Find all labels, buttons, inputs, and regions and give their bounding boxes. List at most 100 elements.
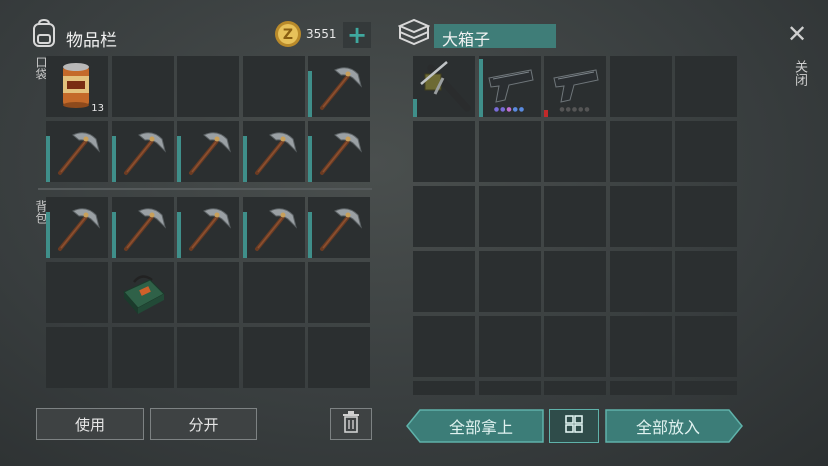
pickaxe-item bbox=[243, 121, 305, 182]
use-button[interactable]: 使用 bbox=[36, 408, 144, 440]
empty-slot[interactable] bbox=[675, 186, 737, 247]
inventory-slot-pickaxe[interactable] bbox=[242, 121, 305, 182]
empty-slot[interactable] bbox=[609, 251, 672, 312]
empty-slot[interactable] bbox=[478, 186, 541, 247]
empty-slot[interactable] bbox=[177, 327, 239, 388]
empty-slot[interactable] bbox=[308, 327, 370, 388]
empty-slot[interactable] bbox=[544, 316, 606, 377]
empty-slot[interactable] bbox=[544, 251, 606, 312]
pickaxe-icon bbox=[320, 208, 362, 251]
empty-slot[interactable] bbox=[242, 56, 305, 117]
empty-slot[interactable] bbox=[544, 186, 606, 247]
empty-slot[interactable] bbox=[609, 121, 672, 182]
attachment-dots: ●●●●● bbox=[493, 106, 526, 113]
empty-slot[interactable] bbox=[675, 381, 737, 395]
inventory-slot-crossbow[interactable] bbox=[413, 56, 475, 117]
pickaxe-icon bbox=[58, 208, 100, 251]
trash-icon bbox=[342, 411, 360, 437]
empty-slot[interactable] bbox=[177, 56, 239, 117]
empty-slot[interactable] bbox=[478, 316, 541, 377]
pickaxe-item bbox=[308, 197, 370, 258]
pickaxe-icon bbox=[320, 67, 362, 110]
empty-slot[interactable] bbox=[675, 316, 737, 377]
inventory-slot-pickaxe[interactable] bbox=[308, 121, 370, 182]
inventory-slot-pickaxe[interactable] bbox=[177, 197, 239, 258]
empty-slot[interactable] bbox=[413, 121, 475, 182]
empty-slot[interactable] bbox=[609, 381, 672, 395]
empty-slot[interactable] bbox=[544, 381, 606, 395]
plus-icon: + bbox=[346, 21, 368, 49]
inventory-slot-pickaxe[interactable] bbox=[46, 121, 108, 182]
inventory-slot-medkit-bag[interactable] bbox=[111, 262, 174, 323]
close-icon: ✕ bbox=[787, 20, 808, 48]
take-all-button[interactable]: 全部拿上 bbox=[406, 409, 544, 443]
trash-button[interactable] bbox=[330, 408, 372, 440]
backpack-icon bbox=[30, 18, 58, 48]
pickaxe-item bbox=[112, 121, 174, 182]
inventory-slot-pickaxe[interactable] bbox=[177, 121, 239, 182]
container-title-bar: 大箱子 bbox=[434, 24, 556, 49]
empty-slot[interactable] bbox=[413, 381, 475, 395]
coin-icon: Z bbox=[274, 20, 302, 48]
pickaxe-icon bbox=[254, 132, 297, 175]
split-button-label: 分开 bbox=[188, 415, 219, 434]
pickaxe-item bbox=[177, 197, 239, 258]
empty-slot[interactable] bbox=[478, 121, 541, 182]
empty-slot[interactable] bbox=[478, 251, 541, 312]
pickaxe-item bbox=[177, 121, 239, 182]
empty-slot[interactable] bbox=[413, 251, 475, 312]
pickaxe-icon bbox=[254, 208, 297, 251]
inventory-slot-pistol[interactable]: ●●●●● bbox=[478, 56, 541, 117]
pickaxe-icon bbox=[320, 132, 362, 175]
inventory-slot-pickaxe[interactable] bbox=[46, 197, 108, 258]
put-all-button[interactable]: 全部放入 bbox=[605, 409, 743, 443]
empty-slot[interactable] bbox=[544, 121, 606, 182]
empty-slot[interactable] bbox=[46, 327, 108, 388]
empty-slot[interactable] bbox=[609, 316, 672, 377]
pickaxe-icon bbox=[189, 208, 231, 251]
empty-slot[interactable] bbox=[111, 56, 174, 117]
inventory-slot-pistol[interactable]: ●●●●● bbox=[544, 56, 606, 117]
inventory-slot-pickaxe[interactable] bbox=[111, 121, 174, 182]
empty-slot[interactable] bbox=[609, 56, 672, 117]
crossbow-item bbox=[413, 56, 475, 117]
inventory-slot-pickaxe[interactable] bbox=[242, 197, 305, 258]
empty-slot[interactable] bbox=[478, 381, 541, 395]
take-all-label: 全部拿上 bbox=[448, 418, 513, 437]
inventory-slot-pickaxe[interactable] bbox=[111, 197, 174, 258]
box-stack-icon bbox=[397, 18, 431, 48]
pickaxe-icon bbox=[123, 208, 166, 251]
pickaxe-icon bbox=[58, 132, 100, 175]
pickaxe-item bbox=[308, 121, 370, 182]
empty-slot[interactable] bbox=[675, 251, 737, 312]
empty-slot[interactable] bbox=[413, 186, 475, 247]
inventory-slot-pickaxe[interactable] bbox=[308, 197, 370, 258]
empty-slot[interactable] bbox=[242, 262, 305, 323]
section-divider bbox=[38, 188, 372, 190]
sort-grid-icon bbox=[564, 414, 584, 438]
svg-text:Z: Z bbox=[283, 27, 293, 43]
empty-slot[interactable] bbox=[675, 56, 737, 117]
empty-slot[interactable] bbox=[609, 186, 672, 247]
pickaxe-item bbox=[46, 121, 108, 182]
container-title: 大箱子 bbox=[442, 30, 491, 49]
pickaxe-item bbox=[308, 56, 370, 117]
pickaxe-item bbox=[243, 197, 305, 258]
put-all-label: 全部放入 bbox=[635, 418, 700, 437]
inventory-slot-pickaxe[interactable] bbox=[308, 56, 370, 117]
empty-slot[interactable] bbox=[308, 262, 370, 323]
empty-slot[interactable] bbox=[413, 316, 475, 377]
empty-slot[interactable] bbox=[111, 327, 174, 388]
empty-slot[interactable] bbox=[177, 262, 239, 323]
sort-button[interactable] bbox=[549, 409, 599, 443]
empty-slot[interactable] bbox=[675, 121, 737, 182]
close-button[interactable]: ✕ 关闭 bbox=[782, 20, 814, 98]
currency-amount: 3551 bbox=[306, 27, 337, 41]
inventory-slot-canned-food[interactable]: 13 bbox=[46, 56, 108, 117]
close-label: 关闭 bbox=[792, 60, 807, 86]
empty-slot[interactable] bbox=[46, 262, 108, 323]
add-currency-button[interactable]: + bbox=[343, 22, 371, 48]
pickaxe-item bbox=[112, 197, 174, 258]
empty-slot[interactable] bbox=[242, 327, 305, 388]
split-button[interactable]: 分开 bbox=[150, 408, 257, 440]
